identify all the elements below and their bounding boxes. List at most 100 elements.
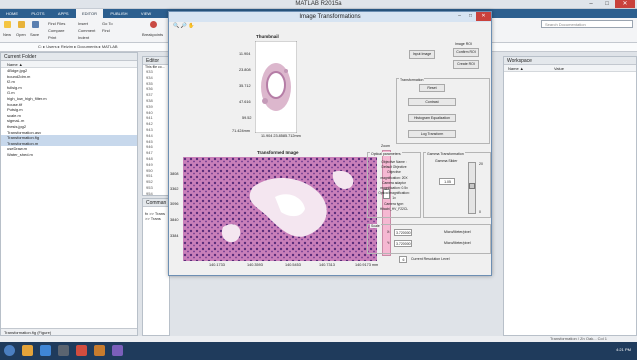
- comment-button[interactable]: Comment: [78, 28, 95, 33]
- thumb-xticks: 11.904 23.8585.712mm: [261, 134, 301, 138]
- gamma-transformation-label: Gamma Transformation: [426, 152, 465, 156]
- scale-group: Scale: [367, 224, 491, 254]
- dialog-minimize-button[interactable]: –: [454, 12, 465, 21]
- find-files-button[interactable]: Find Files: [48, 21, 65, 26]
- gamma-value-field[interactable]: 1.05: [439, 178, 455, 185]
- insert-button[interactable]: Insert: [78, 21, 88, 26]
- tab-plots[interactable]: PLOTS: [25, 9, 50, 18]
- workspace-header: Name ▲ Value: [504, 65, 636, 72]
- log-transform-button[interactable]: Log Transform: [408, 130, 456, 138]
- input-image-button[interactable]: Input Image: [409, 50, 435, 59]
- gamma-slider[interactable]: [468, 162, 476, 214]
- app-icon[interactable]: [112, 345, 123, 356]
- new-button[interactable]: New: [3, 32, 11, 37]
- start-icon[interactable]: [4, 345, 15, 356]
- transformation-label: Transformation: [399, 78, 425, 82]
- dialog-maximize-button[interactable]: □: [465, 12, 476, 21]
- tab-home[interactable]: HOME: [0, 9, 24, 18]
- gamma-min-value: 0: [479, 210, 481, 214]
- indent-button[interactable]: Indent: [78, 35, 89, 40]
- new-icon[interactable]: [4, 21, 11, 28]
- reset-button[interactable]: Reset: [419, 84, 445, 92]
- zoom-label: Zoom: [381, 144, 390, 148]
- trans-xtick-1: 140.1733: [209, 263, 225, 267]
- media-icon[interactable]: [58, 345, 69, 356]
- details-bar: Transformation.fig (Figure): [1, 328, 137, 335]
- breakpoints-icon[interactable]: [150, 21, 157, 28]
- matlab-taskbar-icon[interactable]: [94, 345, 105, 356]
- save-icon[interactable]: [32, 21, 39, 28]
- dialog-close-button[interactable]: ✕: [476, 12, 491, 21]
- thumbnail-image[interactable]: [255, 41, 297, 133]
- open-icon[interactable]: [18, 21, 25, 28]
- trans-ytick-4: 3840: [170, 218, 179, 222]
- trans-xtick-2: 140.3593: [247, 263, 263, 267]
- dialog-titlebar: Image Transformations – □ ✕: [169, 12, 491, 22]
- window-controls: – □ ✕: [583, 0, 635, 8]
- create-roi-button[interactable]: Create ROI: [453, 60, 479, 69]
- thumb-ytick-6: 71.424mm: [232, 129, 250, 133]
- scale-label: Scale: [370, 224, 381, 228]
- close-button[interactable]: ✕: [615, 0, 635, 8]
- file-list-item[interactable]: Water_shed.m: [1, 152, 137, 158]
- compare-button[interactable]: Compare: [48, 28, 64, 33]
- command-line-2[interactable]: >> Trans: [143, 216, 169, 221]
- dialog-title: Image Transformations: [299, 14, 361, 20]
- print-button[interactable]: Print: [48, 35, 56, 40]
- trans-ytick-3: 3096: [170, 202, 179, 206]
- tab-apps[interactable]: APPS: [52, 9, 75, 18]
- histogram-equalization-button[interactable]: Histogram Equalization: [408, 114, 456, 122]
- tab-editor[interactable]: EDITOR: [75, 9, 104, 18]
- thumb-ytick-3: 35.712: [239, 84, 251, 88]
- image-transformations-dialog: Image Transformations – □ ✕ 🔍 🔎 ✋ Thumbn…: [168, 11, 492, 276]
- gamma-slider-label: Gamma Slider: [435, 159, 458, 163]
- breakpoints-button[interactable]: Breakpoints: [142, 32, 163, 37]
- gamma-slider-thumb[interactable]: [469, 183, 475, 189]
- trans-xtick-3: 140.5453: [285, 263, 301, 267]
- resolution-level-field[interactable]: 6: [399, 256, 407, 263]
- scale-y-field[interactable]: 3.720000: [394, 240, 412, 247]
- scale-x-label: X:: [387, 230, 391, 234]
- current-path[interactable]: C: ▸ Users ▸ Reizim ▸ Documents ▸ MATLAB: [38, 44, 118, 49]
- resolution-level-label: Current Resolution Level: [411, 257, 450, 261]
- dialog-toolbar[interactable]: 🔍 🔎 ✋: [169, 22, 491, 30]
- clock: 4:21 PM: [616, 347, 631, 352]
- search-documentation-input[interactable]: Search Documentation: [541, 20, 633, 28]
- trans-ytick-2: 3362: [170, 187, 179, 191]
- trans-xtick-5: 140.9173 mm: [355, 263, 379, 267]
- window-title: MATLAB R2015a: [295, 1, 342, 7]
- workspace-title: Workspace: [504, 57, 636, 65]
- editor-title: Editor: [143, 57, 169, 65]
- chrome-icon[interactable]: [76, 345, 87, 356]
- matlab-titlebar: MATLAB R2015a – □ ✕: [0, 0, 637, 9]
- trans-xtick-4: 140.7313: [319, 263, 335, 267]
- transformed-image[interactable]: [183, 157, 377, 261]
- workspace-value-column[interactable]: Value: [554, 66, 564, 71]
- ie-icon[interactable]: [40, 345, 51, 356]
- contrast-button[interactable]: Contrast: [408, 98, 456, 106]
- trans-ytick-5: 3384: [170, 234, 179, 238]
- go-to-button[interactable]: Go To: [102, 21, 113, 26]
- thumb-ytick-1: 11.904: [239, 52, 251, 56]
- explorer-icon[interactable]: [22, 345, 33, 356]
- minimize-button[interactable]: –: [583, 0, 599, 8]
- transformed-title: Transformed Image: [257, 150, 299, 155]
- workspace-name-column[interactable]: Name ▲: [508, 66, 524, 71]
- scale-x-field[interactable]: 3.720000: [394, 229, 412, 236]
- name-column-header[interactable]: Name ▲: [1, 61, 137, 68]
- tab-view[interactable]: VIEW: [135, 9, 157, 18]
- scale-x-unit: Micro/Meter/pixel: [444, 230, 471, 234]
- dialog-controls: – □ ✕: [454, 12, 491, 21]
- optical-parameters-label: Optical parameters: [370, 152, 402, 156]
- current-folder-title: Current Folder: [1, 53, 137, 61]
- save-button[interactable]: Save: [30, 32, 39, 37]
- scale-y-label: Y:: [387, 241, 391, 245]
- confirm-roi-button[interactable]: Confirm ROI: [453, 48, 479, 57]
- maximize-button[interactable]: □: [599, 0, 615, 8]
- thumb-ytick-5: 59.52: [242, 116, 252, 120]
- find-button[interactable]: Find: [102, 28, 110, 33]
- open-button[interactable]: Open: [16, 32, 26, 37]
- image-roi-label: Image ROI: [455, 42, 472, 46]
- trans-ytick-1: 3808: [170, 172, 179, 176]
- tab-publish[interactable]: PUBLISH: [104, 9, 133, 18]
